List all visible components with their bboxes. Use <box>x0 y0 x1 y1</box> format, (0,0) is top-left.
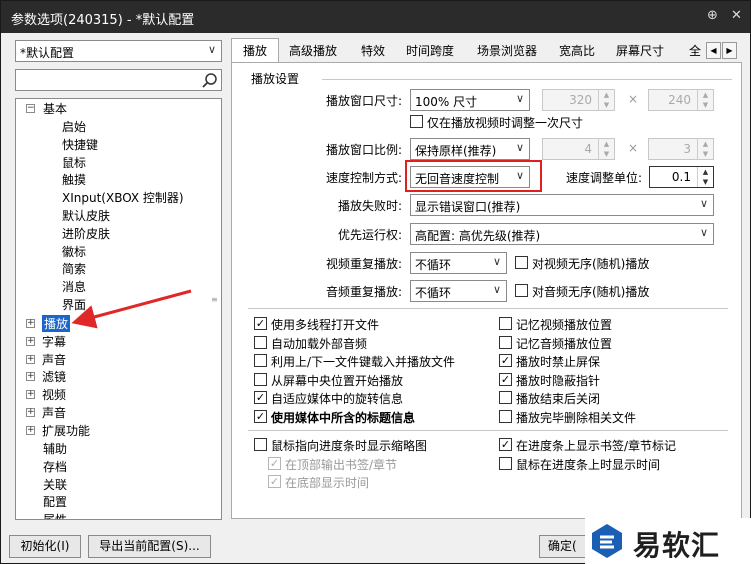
export-button[interactable]: 导出当前配置(S)... <box>88 535 211 558</box>
prio-label: 优先运行权: <box>337 228 402 242</box>
win-width-spin[interactable]: 320 ▲ ▼ <box>542 89 615 111</box>
times-sign: × <box>628 92 639 106</box>
win-height-spin[interactable]: 240 ▲ ▼ <box>648 89 714 111</box>
highlight-box <box>405 160 542 192</box>
tab-scroll-left-button[interactable]: ◀ <box>706 42 721 59</box>
tab-item[interactable]: 屏幕尺寸 <box>616 42 664 59</box>
spin-arrows-icon[interactable]: ▲ ▼ <box>598 139 614 159</box>
speed-unit-spin[interactable]: 0.1 ▲ ▼ <box>649 166 714 188</box>
tab-scroll-right-button[interactable]: ▶ <box>722 42 737 59</box>
settings-window: 参数选项(240315) - *默认配置 ⊕ ✕ *默认配置 ∨ − 基本 启始… <box>0 0 751 564</box>
watermark-logo-icon <box>592 524 622 558</box>
audio-repeat-select[interactable]: 不循环 ∨ <box>410 280 507 302</box>
speed-label: 速度控制方式: <box>325 171 402 185</box>
spin-arrows-icon[interactable]: ▲ ▼ <box>697 90 713 110</box>
chevron-down-icon: ∨ <box>492 255 501 268</box>
section-title: 播放设置 <box>251 72 300 86</box>
watermark: 易软汇 <box>585 518 751 564</box>
chevron-down-icon: ∨ <box>515 92 524 105</box>
unit-label: 速度调整单位: <box>565 171 642 185</box>
settings-panel: 播放设置 播放窗口尺寸: 100% 尺寸 ∨ 320 ▲ ▼ × 240 ▲ ▼ 仅在播… <box>231 62 742 519</box>
tab-item[interactable]: 全 <box>689 42 701 59</box>
tab-item[interactable]: 宽高比 <box>559 42 595 59</box>
chevron-down-icon: ∨ <box>515 141 524 154</box>
tab-item[interactable]: 高级播放 <box>289 42 337 59</box>
init-button[interactable]: 初始化(I) <box>9 535 81 558</box>
chevron-down-icon: ∨ <box>699 226 708 239</box>
tab-item[interactable]: 特效 <box>361 42 385 59</box>
video-repeat-label: 视频重复播放: <box>325 257 402 271</box>
divider <box>248 430 728 431</box>
tab-item[interactable]: 播放 <box>243 42 267 59</box>
watermark-text: 易软汇 <box>633 529 721 562</box>
win-size-label: 播放窗口尺寸: <box>325 94 402 108</box>
times-sign: × <box>628 141 639 155</box>
spin-arrows-icon[interactable]: ▲ ▼ <box>598 90 614 110</box>
tab-item[interactable]: 场景浏览器 <box>477 42 537 59</box>
divider <box>248 308 728 309</box>
chevron-down-icon: ∨ <box>699 197 708 210</box>
ratio-b-spin[interactable]: 3 ▲ ▼ <box>648 138 714 160</box>
ratio-select[interactable]: 保持原样(推荐) ∨ <box>410 138 530 160</box>
tab-item[interactable]: 时间跨度 <box>406 42 454 59</box>
section-line <box>322 79 732 80</box>
ratio-a-spin[interactable]: 4 ▲ ▼ <box>542 138 615 160</box>
tab-strip: 播放 高级播放 特效 时间跨度 场景浏览器 宽高比 屏幕尺寸 全 <box>231 38 743 63</box>
fail-label: 播放失败时: <box>337 199 402 213</box>
spin-arrows-icon[interactable]: ▲ ▼ <box>697 167 713 187</box>
priority-select[interactable]: 高配置: 高优先级(推荐) ∨ <box>410 223 714 245</box>
spin-arrows-icon[interactable]: ▲ ▼ <box>697 139 713 159</box>
ratio-label: 播放窗口比例: <box>325 143 402 157</box>
video-repeat-select[interactable]: 不循环 ∨ <box>410 252 507 274</box>
fail-select[interactable]: 显示错误窗口(推荐) ∨ <box>410 194 714 216</box>
win-size-select[interactable]: 100% 尺寸 ∨ <box>410 89 530 111</box>
audio-repeat-label: 音频重复播放: <box>325 285 402 299</box>
chevron-down-icon: ∨ <box>492 283 501 296</box>
